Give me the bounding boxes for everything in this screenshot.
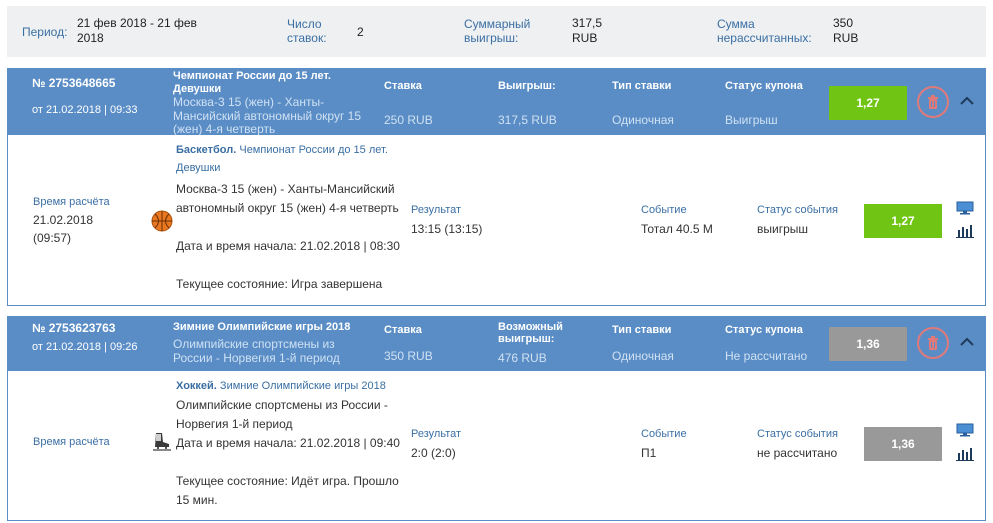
bet-type-label: Тип ставки bbox=[612, 324, 672, 336]
stake-label: Ставка bbox=[384, 80, 422, 92]
sport-name: Хоккей. bbox=[176, 380, 217, 392]
stats-icon[interactable] bbox=[956, 447, 974, 461]
odds-badge[interactable]: 1,27 bbox=[829, 86, 907, 120]
event-name: Москва-3 15 (жен) - Ханты-Мансийский авт… bbox=[176, 182, 399, 215]
event-league: Баскетбол. Чемпионат России до 15 лет. Д… bbox=[176, 141, 401, 177]
event-state: Текущее состояние: Идёт игра. Прошло 15 … bbox=[176, 474, 399, 507]
coupon-event: Москва-3 15 (жен) - Ханты-Мансийский авт… bbox=[173, 95, 362, 136]
coupon-number: № 2753648665 bbox=[32, 76, 116, 90]
event-status-value: не рассчитано bbox=[757, 446, 838, 460]
coupon-details: Время расчёта 21.02.2018 (09:57) Баскетб… bbox=[7, 135, 986, 306]
coupon-details: Время расчёта Хоккей. Зимние Олимпийские… bbox=[7, 371, 986, 521]
unsettled-value: 350 RUB bbox=[833, 16, 859, 45]
delete-button[interactable] bbox=[917, 86, 949, 118]
trash-icon bbox=[928, 336, 938, 350]
league-name: Зимние Олимпийские игры 2018 bbox=[219, 380, 386, 392]
win-label: Выигрыш: bbox=[498, 80, 556, 92]
bet-type-value: Одиночная bbox=[612, 349, 674, 363]
coupon-date: от 21.02.2018 | 09:33 bbox=[32, 104, 138, 116]
possible-win-label: Возможный выигрыш: bbox=[498, 321, 563, 345]
odds-badge[interactable]: 1,36 bbox=[829, 327, 907, 361]
bet-type-value: Одиночная bbox=[612, 113, 674, 127]
coupon-event: Олимпийские спортсмены из России - Норве… bbox=[173, 337, 340, 365]
unsettled-label: Сумма нерассчитанных: bbox=[717, 17, 812, 45]
calc-time: Время расчёта 21.02.2018 (09:57) bbox=[33, 193, 123, 247]
event-name: Олимпийские спортсмены из России - Норве… bbox=[176, 398, 388, 431]
trash-icon bbox=[928, 95, 938, 109]
coupon-number: № 2753623763 bbox=[32, 321, 116, 335]
summary-bar: Период: 21 фев 2018 - 21 фев 2018 Число … bbox=[7, 6, 986, 57]
coupon-header[interactable]: № 2753648665 от 21.02.2018 | 09:33 Чемпи… bbox=[7, 68, 986, 136]
event-league: Хоккей. Зимние Олимпийские игры 2018 bbox=[176, 377, 401, 395]
period-value: 21 фев 2018 - 21 фев 2018 bbox=[77, 16, 197, 45]
event-value: П1 bbox=[641, 446, 657, 460]
win-value: 317,5 RUB bbox=[498, 113, 557, 127]
event-status-value: выигрыш bbox=[757, 222, 809, 236]
result-value: 2:0 (2:0) bbox=[411, 446, 456, 460]
bet-type-label: Тип ставки bbox=[612, 80, 672, 92]
bets-count-value: 2 bbox=[357, 25, 364, 39]
chevron-up-icon[interactable] bbox=[958, 333, 976, 351]
event-odds-badge[interactable]: 1,27 bbox=[864, 204, 942, 238]
total-win-value: 317,5 RUB bbox=[572, 16, 603, 45]
event-state: Текущее состояние: Игра завершена bbox=[176, 277, 383, 291]
calc-time-label: Время расчёта bbox=[33, 196, 110, 208]
calc-time-label: Время расчёта bbox=[33, 436, 110, 448]
coupon-tournament: Зимние Олимпийские игры 2018 bbox=[173, 321, 351, 333]
event-start: Дата и время начала: 21.02.2018 | 08:30 bbox=[176, 239, 400, 253]
stats-icon[interactable] bbox=[956, 224, 974, 238]
total-win-label: Суммарный выигрыш: bbox=[464, 17, 531, 45]
event-status-label: Статус события bbox=[757, 204, 838, 216]
coupon-status-label: Статус купона bbox=[725, 80, 803, 92]
coupon-header[interactable]: № 2753623763 от 21.02.2018 | 09:26 Зимни… bbox=[7, 316, 986, 371]
calc-time-value: 21.02.2018 (09:57) bbox=[33, 213, 94, 245]
period-label: Период: bbox=[22, 25, 68, 39]
coupon-status-value: Выигрыш bbox=[725, 113, 778, 127]
hockey-skate-icon bbox=[153, 433, 171, 451]
calc-time: Время расчёта bbox=[33, 433, 110, 451]
chevron-up-icon[interactable] bbox=[958, 92, 976, 110]
stake-label: Ставка bbox=[384, 324, 422, 336]
coupon-tournament: Чемпионат России до 15 лет. Девушки bbox=[173, 70, 331, 95]
sport-name: Баскетбол. bbox=[176, 144, 237, 156]
event-status-label: Статус события bbox=[757, 428, 838, 440]
result-value: 13:15 (13:15) bbox=[411, 222, 483, 236]
coupon-status-value: Не рассчитано bbox=[725, 349, 808, 363]
coupon-status-label: Статус купона bbox=[725, 324, 803, 336]
delete-button[interactable] bbox=[917, 327, 949, 359]
result-label: Результат bbox=[411, 428, 462, 440]
monitor-icon[interactable] bbox=[956, 201, 974, 215]
basketball-icon bbox=[151, 210, 173, 232]
event-label: Событие bbox=[641, 204, 687, 216]
event-start: Дата и время начала: 21.02.2018 | 09:40 bbox=[176, 436, 400, 450]
result-label: Результат bbox=[411, 204, 462, 216]
stake-value: 250 RUB bbox=[384, 113, 433, 127]
monitor-icon[interactable] bbox=[956, 423, 974, 437]
event-label: Событие bbox=[641, 428, 687, 440]
bets-count-label: Число ставок: bbox=[287, 17, 327, 45]
event-odds-badge[interactable]: 1,36 bbox=[864, 427, 942, 461]
stake-value: 350 RUB bbox=[384, 349, 433, 363]
event-value: Тотал 40.5 М bbox=[641, 222, 713, 236]
coupon-date: от 21.02.2018 | 09:26 bbox=[32, 341, 138, 353]
win-value: 476 RUB bbox=[498, 351, 547, 365]
